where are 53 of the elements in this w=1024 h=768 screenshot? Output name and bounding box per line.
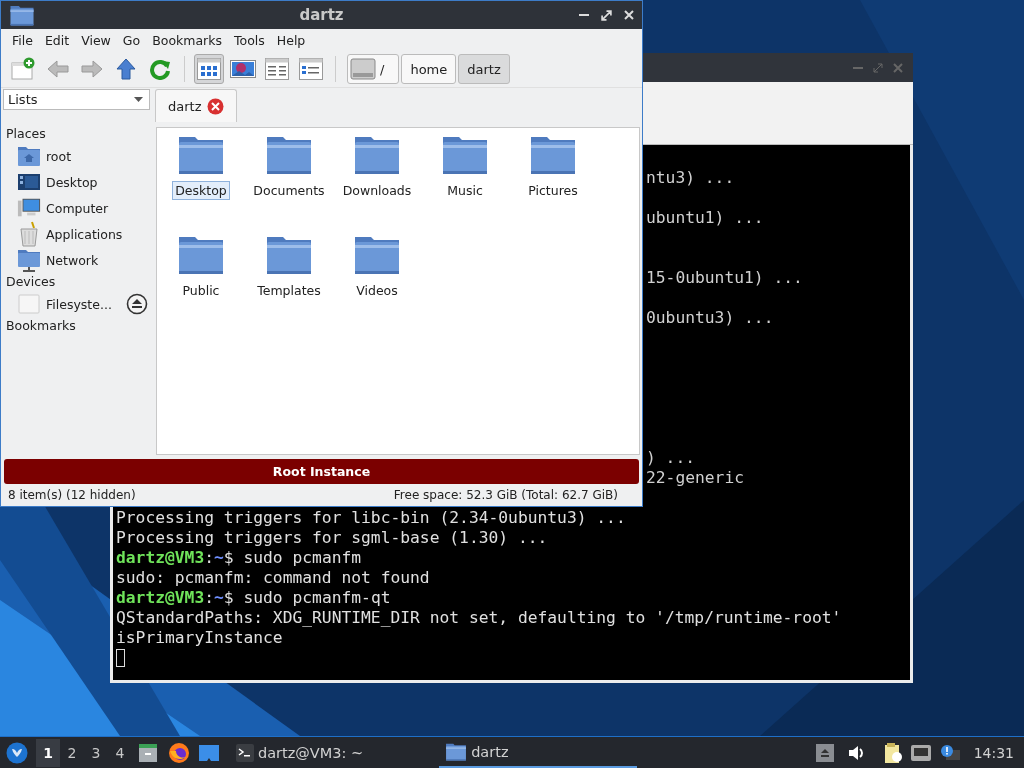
file-label[interactable]: Music (444, 181, 486, 200)
task-button[interactable]: dartz@VM3: ~ (230, 737, 370, 768)
terminal-line: sudo: pcmanfm: command not found (116, 568, 430, 587)
menu-item[interactable]: Go (116, 32, 147, 48)
menu-item[interactable]: Edit (38, 32, 76, 48)
section-header: Places (6, 126, 46, 141)
terminal-line: isPrimaryInstance (116, 628, 283, 647)
terminal-line: ubuntu1) ... (646, 208, 764, 227)
clock: 14:31 (973, 744, 1014, 761)
path-button[interactable]: dartz (458, 54, 510, 84)
terminal-line: dartz@VM3:~$ sudo pcmanfm (116, 548, 362, 567)
desktop-switch[interactable]: 2 (60, 738, 84, 767)
terminal-line: ) ... (646, 448, 695, 467)
terminal-line: 0ubuntu3) ... (646, 308, 774, 327)
place-item[interactable]: Desktop (46, 174, 98, 190)
file-label[interactable]: Pictures (525, 181, 581, 200)
terminal-line: 22-generic (646, 468, 745, 487)
place-item[interactable]: Applications (46, 226, 123, 242)
tab[interactable]: dartz (155, 89, 238, 122)
status-text: Free space: 52.3 GiB (Total: 62.7 GiB) (393, 488, 618, 502)
place-item[interactable]: Filesyste... (46, 296, 112, 312)
root-instance-banner: Root Instance (4, 459, 639, 484)
path-button[interactable]: home (401, 54, 457, 84)
file-label[interactable]: Videos (353, 281, 401, 300)
file-label[interactable]: Public (179, 281, 223, 300)
status-text: 8 item(s) (12 hidden) (8, 488, 136, 502)
menu-item[interactable]: File (6, 32, 39, 48)
desktop-switch[interactable]: 3 (84, 738, 108, 767)
file-label[interactable]: Templates (254, 281, 324, 300)
section-header: Devices (6, 274, 56, 289)
terminal-line: 15-0ubuntu1) ... (646, 268, 803, 287)
path-button[interactable]: / (347, 54, 400, 84)
side-pane-dropdown[interactable]: Lists (3, 89, 150, 110)
terminal-line: dartz@VM3:~$ sudo pcmanfm-qt (116, 588, 391, 607)
task-button[interactable]: dartz (439, 737, 638, 768)
menu-item[interactable]: Help (270, 32, 312, 48)
place-item[interactable]: root (46, 148, 72, 164)
place-item[interactable]: Computer (46, 200, 109, 216)
terminal-line: ntu3) ... (646, 168, 735, 187)
file-label[interactable]: Documents (250, 181, 328, 200)
menu-item[interactable]: Bookmarks (146, 32, 228, 48)
file-label[interactable]: Downloads (339, 181, 415, 200)
file-label[interactable]: Desktop (172, 181, 230, 200)
desktop-switch[interactable]: 1 (36, 738, 60, 767)
menu-item[interactable]: View (75, 32, 117, 48)
window-title: dartz (298, 6, 345, 24)
section-header: Bookmarks (6, 318, 76, 333)
terminal-line: QStandardPaths: XDG_RUNTIME_DIR not set, defaulting to '/tmp/runtime-root' (116, 608, 842, 627)
desktop-switch[interactable]: 4 (108, 738, 132, 767)
menu-item[interactable]: Tools (228, 32, 271, 48)
terminal-line: Processing triggers for sgml-base (1.30) ... (116, 528, 548, 547)
terminal-line: Processing triggers for libc-bin (2.34-0ubuntu3) ... (116, 508, 626, 527)
place-item[interactable]: Network (46, 252, 99, 268)
